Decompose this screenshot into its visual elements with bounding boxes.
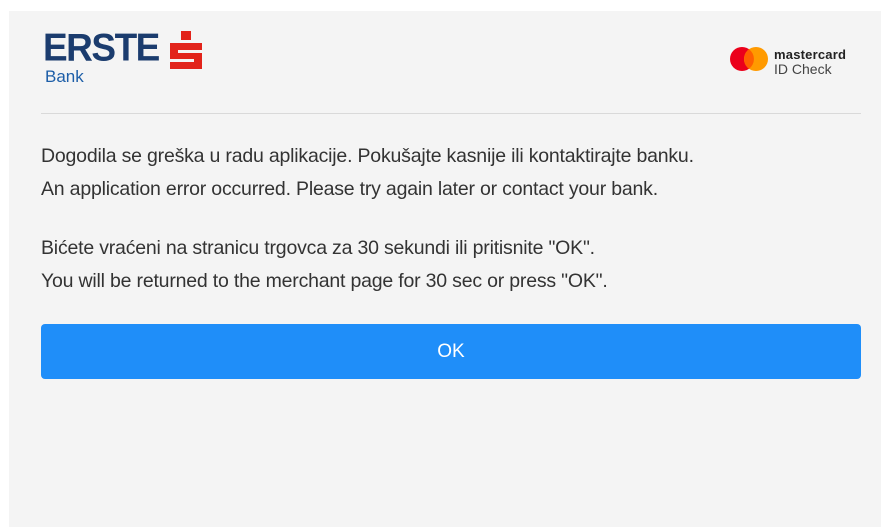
erste-logo-sub: Bank [45,67,84,86]
error-message: Dogodila se greška u radu aplikacije. Po… [41,140,871,206]
erste-bank-logo: ERSTE Bank [43,25,243,97]
error-message-en: An application error occurred. Please tr… [41,178,658,200]
erste-logo-word: ERSTE [43,25,160,69]
mastercard-word: mastercard [774,47,847,62]
redirect-message: Bićete vraćeni na stranicu trgovca za 30… [41,232,871,298]
error-message-hr: Dogodila se greška u radu aplikacije. Po… [41,145,694,167]
erste-s-mark-icon [170,31,202,69]
page-header: ERSTE Bank mastercard ID Check [41,18,861,114]
redirect-message-en: You will be returned to the merchant pag… [41,270,608,292]
redirect-message-hr: Bićete vraćeni na stranicu trgovca za 30… [41,237,595,259]
ok-button[interactable]: OK [41,324,861,379]
error-panel: ERSTE Bank mastercard ID Check Dogodila … [9,11,881,527]
id-check-label: ID Check [774,61,832,77]
mastercard-circles-icon [730,47,768,71]
mastercard-id-check-logo: mastercard ID Check [721,42,861,82]
